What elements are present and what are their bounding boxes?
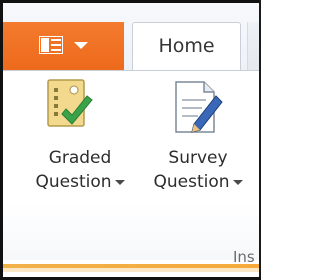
chevron-down-icon — [74, 42, 88, 49]
survey-question-label-line2: Question — [140, 172, 256, 192]
tab-home[interactable]: Home — [132, 22, 241, 72]
survey-question-label-line1: Survey — [168, 148, 228, 168]
graded-question-label-line2: Question — [28, 172, 132, 192]
app-window: Home Graded Question Survey Question Ins — [0, 0, 261, 280]
graded-question-label-line1: Graded — [48, 148, 112, 168]
window-border-top — [0, 0, 261, 3]
list-icon — [39, 36, 63, 54]
file-menu-button[interactable] — [3, 22, 124, 70]
window-border-left — [0, 0, 3, 280]
window-border-right — [259, 0, 261, 280]
tab-home-label: Home — [158, 35, 215, 57]
survey-question-icon — [175, 81, 223, 133]
chevron-down-icon — [232, 179, 243, 185]
survey-question-button[interactable]: Survey Question — [140, 78, 256, 208]
chevron-down-icon — [114, 179, 125, 185]
ribbon-accent-band-light — [3, 268, 259, 272]
graded-question-icon — [47, 79, 93, 127]
tab-next-partial[interactable] — [247, 22, 259, 70]
graded-question-button[interactable]: Graded Question — [28, 78, 132, 208]
